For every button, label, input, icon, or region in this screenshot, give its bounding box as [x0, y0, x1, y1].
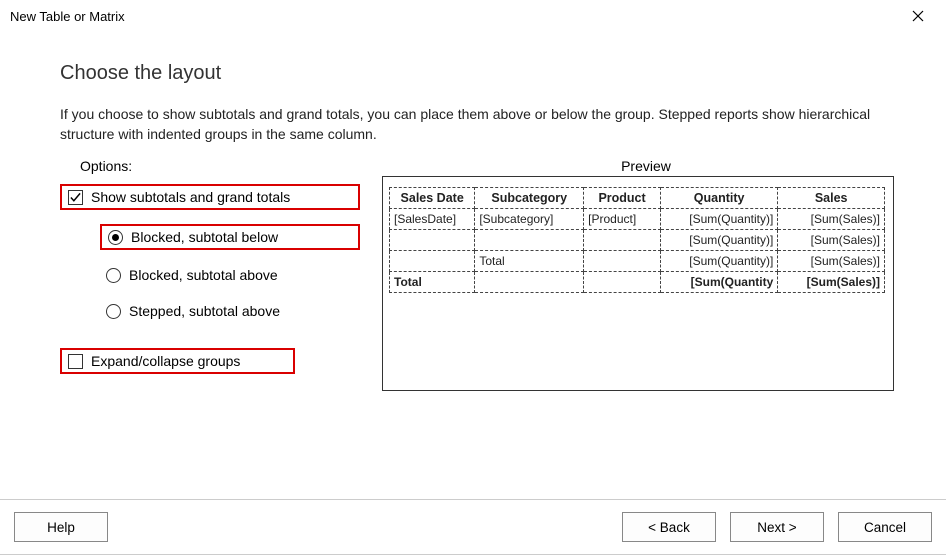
close-icon: [912, 10, 924, 22]
table-row-total: Total [Sum(Quantity [Sum(Sales)]: [390, 272, 885, 293]
dialog-window: New Table or Matrix Choose the layout If…: [0, 0, 946, 555]
cell: [Product]: [584, 209, 661, 230]
col-header: Product: [584, 188, 661, 209]
cell: [Sum(Sales)]: [778, 209, 885, 230]
cell: [Sum(Quantity: [660, 272, 777, 293]
cell: Total: [475, 251, 584, 272]
cell: Total: [390, 272, 475, 293]
table-row: Total [Sum(Quantity)] [Sum(Sales)]: [390, 251, 885, 272]
cell: [Sum(Quantity)]: [660, 251, 777, 272]
cell: [390, 251, 475, 272]
col-header: Sales Date: [390, 188, 475, 209]
radio-label: Stepped, subtotal above: [129, 303, 280, 319]
preview-panel: Preview Sales Date Subcategory Product Q…: [382, 158, 910, 391]
col-header: Quantity: [660, 188, 777, 209]
checkbox-icon: [68, 354, 83, 369]
cell: [475, 230, 584, 251]
cell: [584, 230, 661, 251]
preview-table: Sales Date Subcategory Product Quantity …: [389, 187, 885, 293]
cell: [390, 230, 475, 251]
options-label: Options:: [80, 158, 360, 174]
cell: [Sum(Sales)]: [778, 251, 885, 272]
cell: [584, 251, 661, 272]
show-subtotals-checkbox[interactable]: Show subtotals and grand totals: [60, 184, 360, 210]
window-title: New Table or Matrix: [10, 9, 898, 24]
table-header-row: Sales Date Subcategory Product Quantity …: [390, 188, 885, 209]
expand-collapse-checkbox[interactable]: Expand/collapse groups: [60, 348, 295, 374]
page-description: If you choose to show subtotals and gran…: [60, 105, 910, 144]
close-button[interactable]: [898, 2, 938, 30]
help-button[interactable]: Help: [14, 512, 108, 542]
content-area: Choose the layout If you choose to show …: [0, 32, 946, 499]
cell: [Subcategory]: [475, 209, 584, 230]
radio-label: Blocked, subtotal below: [131, 229, 278, 245]
titlebar: New Table or Matrix: [0, 0, 946, 32]
radio-stepped-above[interactable]: Stepped, subtotal above: [100, 300, 360, 322]
radio-icon: [106, 268, 121, 283]
preview-box: Sales Date Subcategory Product Quantity …: [382, 176, 894, 391]
col-header: Sales: [778, 188, 885, 209]
radio-icon: [108, 230, 123, 245]
table-row: [Sum(Quantity)] [Sum(Sales)]: [390, 230, 885, 251]
cell: [475, 272, 584, 293]
expand-collapse-label: Expand/collapse groups: [91, 353, 240, 369]
back-button[interactable]: < Back: [622, 512, 716, 542]
cell: [584, 272, 661, 293]
cancel-button[interactable]: Cancel: [838, 512, 932, 542]
radio-blocked-above[interactable]: Blocked, subtotal above: [100, 264, 360, 286]
preview-label: Preview: [382, 158, 910, 174]
cell: [SalesDate]: [390, 209, 475, 230]
radio-icon: [106, 304, 121, 319]
options-panel: Options: Show subtotals and grand totals…: [60, 158, 360, 391]
radio-label: Blocked, subtotal above: [129, 267, 278, 283]
page-heading: Choose the layout: [60, 62, 910, 85]
footer: Help < Back Next > Cancel: [0, 499, 946, 554]
cell: [Sum(Quantity)]: [660, 230, 777, 251]
cell: [Sum(Sales)]: [778, 230, 885, 251]
table-row: [SalesDate] [Subcategory] [Product] [Sum…: [390, 209, 885, 230]
checkbox-icon: [68, 190, 83, 205]
show-subtotals-label: Show subtotals and grand totals: [91, 189, 290, 205]
cell: [Sum(Sales)]: [778, 272, 885, 293]
radio-blocked-below[interactable]: Blocked, subtotal below: [100, 224, 360, 250]
col-header: Subcategory: [475, 188, 584, 209]
next-button[interactable]: Next >: [730, 512, 824, 542]
cell: [Sum(Quantity)]: [660, 209, 777, 230]
